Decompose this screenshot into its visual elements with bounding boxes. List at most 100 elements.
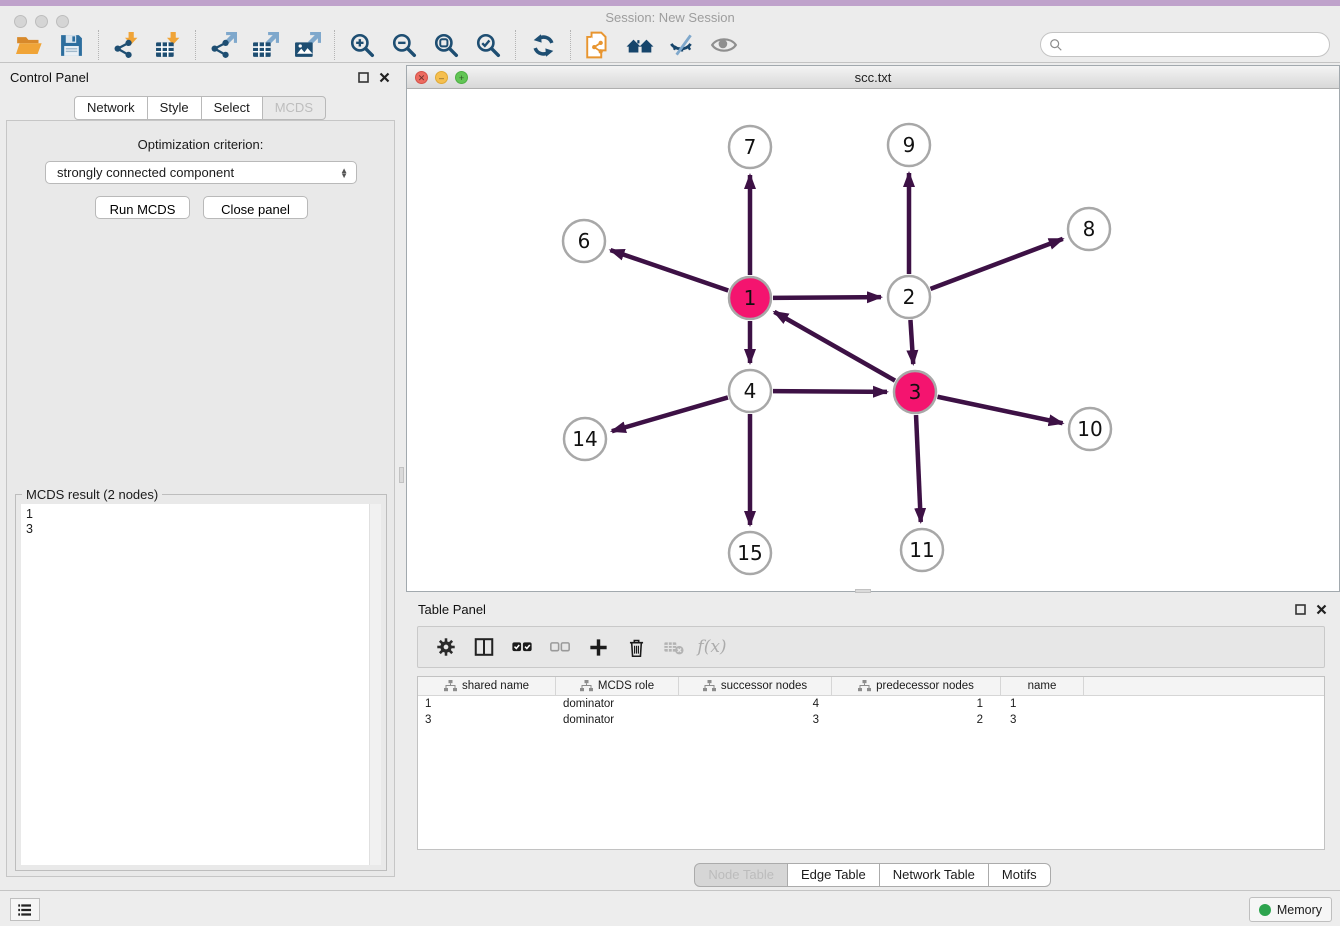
network-canvas[interactable]: 7 9 6 8 1 2 4 3 14 10 15 11 (407, 89, 1339, 591)
column-header-mcds-role[interactable]: MCDS role (556, 677, 679, 695)
split-panel-button[interactable] (470, 633, 498, 661)
cell-predecessor-nodes[interactable]: 1 (832, 698, 1001, 710)
column-header-shared-name[interactable]: shared name (418, 677, 556, 695)
zoom-selected-button[interactable] (473, 30, 503, 60)
search-icon (1049, 38, 1063, 52)
tab-network-table[interactable]: Network Table (879, 863, 989, 887)
window-controls[interactable] (14, 15, 69, 28)
export-image-button[interactable] (292, 30, 322, 60)
cell-mcds-role[interactable]: dominator (556, 698, 679, 710)
memory-button[interactable]: Memory (1249, 897, 1332, 922)
column-header-predecessor-nodes[interactable]: predecessor nodes (832, 677, 1001, 695)
graph-edge-2-8[interactable] (931, 239, 1063, 289)
graph-node-15[interactable]: 15 (729, 532, 771, 574)
table-row[interactable]: 3 dominator 3 2 3 (418, 712, 1324, 728)
graph-node-14[interactable]: 14 (564, 418, 606, 460)
table-row[interactable]: 1 dominator 4 1 1 (418, 696, 1324, 712)
import-network-button[interactable] (111, 30, 141, 60)
show-eye-button[interactable] (709, 30, 739, 60)
column-header-successor-nodes[interactable]: successor nodes (679, 677, 832, 695)
save-session-button[interactable] (56, 30, 86, 60)
select-all-button[interactable] (508, 633, 536, 661)
graph-edge-1-2[interactable] (773, 297, 881, 298)
float-panel-icon[interactable] (357, 71, 370, 84)
graph-edge-4-3[interactable] (773, 391, 887, 392)
task-history-button[interactable] (10, 898, 40, 921)
vertical-splitter-grip[interactable] (399, 467, 404, 483)
cell-shared-name[interactable]: 3 (418, 714, 556, 726)
network-maximize-button[interactable]: + (455, 71, 468, 84)
criterion-select[interactable]: strongly connected component ▲▼ (45, 161, 357, 184)
cell-shared-name[interactable]: 1 (418, 698, 556, 710)
horizontal-splitter-grip[interactable] (855, 589, 871, 593)
hide-selected-button[interactable] (667, 30, 697, 60)
cell-predecessor-nodes[interactable]: 2 (832, 714, 1001, 726)
open-session-button[interactable] (14, 30, 44, 60)
search-field[interactable] (1040, 32, 1330, 57)
tab-network[interactable]: Network (74, 96, 148, 120)
graph-node-7[interactable]: 7 (729, 126, 771, 168)
apply-function-button[interactable]: f(x) (698, 633, 726, 661)
graph-node-8[interactable]: 8 (1068, 208, 1110, 250)
maximize-window-button[interactable] (56, 15, 69, 28)
graph-node-11[interactable]: 11 (901, 529, 943, 571)
close-table-panel-icon[interactable] (1315, 603, 1328, 616)
cell-name[interactable]: 3 (1001, 714, 1084, 726)
add-column-button[interactable] (584, 633, 612, 661)
tab-edge-table[interactable]: Edge Table (787, 863, 880, 887)
graph-node-4[interactable]: 4 (729, 370, 771, 412)
delete-column-button[interactable] (622, 633, 650, 661)
network-close-button[interactable]: ✕ (415, 71, 428, 84)
export-table-button[interactable] (250, 30, 280, 60)
tab-mcds[interactable]: MCDS (262, 96, 326, 120)
unchecked-boxes-icon (549, 636, 571, 658)
network-minimize-button[interactable]: – (435, 71, 448, 84)
graph-edge-3-11[interactable] (916, 415, 921, 522)
run-mcds-button[interactable]: Run MCDS (95, 196, 190, 219)
cell-mcds-role[interactable]: dominator (556, 714, 679, 726)
tab-select[interactable]: Select (201, 96, 263, 120)
tab-node-table[interactable]: Node Table (694, 863, 788, 887)
tab-motifs[interactable]: Motifs (988, 863, 1051, 887)
export-network-button[interactable] (208, 30, 238, 60)
close-panel-button[interactable]: Close panel (203, 196, 308, 219)
mcds-result-text[interactable]: 1 3 (21, 504, 381, 865)
graph-node-3[interactable]: 3 (894, 371, 936, 413)
graph-edge-3-10[interactable] (938, 397, 1063, 423)
zoom-out-button[interactable] (389, 30, 419, 60)
cell-successor-nodes[interactable]: 3 (679, 714, 832, 726)
close-window-button[interactable] (14, 15, 27, 28)
copy-network-button[interactable] (583, 30, 613, 60)
zoom-in-button[interactable] (347, 30, 377, 60)
graph-edge-1-6[interactable] (610, 250, 728, 290)
graph-node-1[interactable]: 1 (729, 277, 771, 319)
network-window-titlebar[interactable]: ✕ – + scc.txt (407, 66, 1339, 89)
graph-node-2[interactable]: 2 (888, 276, 930, 318)
graph-edge-2-3[interactable] (910, 320, 913, 364)
float-table-panel-icon[interactable] (1294, 603, 1307, 616)
search-input[interactable] (1063, 38, 1329, 52)
toolbar-separator (334, 30, 335, 60)
close-panel-icon[interactable] (378, 71, 391, 84)
graph-edge-3-1[interactable] (774, 312, 895, 381)
cell-successor-nodes[interactable]: 4 (679, 698, 832, 710)
column-type-icon (703, 680, 716, 692)
delete-table-button[interactable] (660, 633, 688, 661)
minimize-window-button[interactable] (35, 15, 48, 28)
table-settings-button[interactable] (432, 633, 460, 661)
zoom-fit-button[interactable] (431, 30, 461, 60)
show-all-networks-button[interactable] (625, 30, 655, 60)
tab-style[interactable]: Style (147, 96, 202, 120)
toolbar-separator (570, 30, 571, 60)
column-header-name[interactable]: name (1001, 677, 1084, 695)
graph-edge-4-14[interactable] (612, 397, 728, 431)
graph-node-10[interactable]: 10 (1069, 408, 1111, 450)
refresh-view-button[interactable] (528, 30, 558, 60)
graph-node-6[interactable]: 6 (563, 220, 605, 262)
cell-name[interactable]: 1 (1001, 698, 1084, 710)
deselect-all-button[interactable] (546, 633, 574, 661)
import-table-button[interactable] (153, 30, 183, 60)
result-scrollbar[interactable] (369, 504, 381, 865)
function-icon: f(x) (697, 637, 726, 657)
graph-node-9[interactable]: 9 (888, 124, 930, 166)
